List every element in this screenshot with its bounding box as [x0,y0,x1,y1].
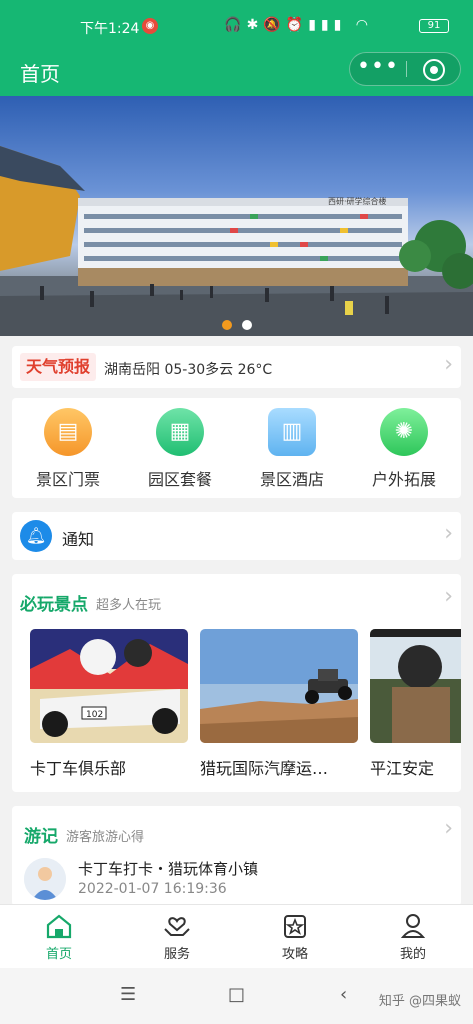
carousel-dot-1[interactable] [221,320,232,330]
spot-card[interactable]: 102 卡丁车俱乐部 [30,629,188,779]
tab-label: 服务 [163,947,190,962]
carousel-indicator [0,315,473,334]
banner-carousel[interactable]: 西研·研学综合楼 [0,96,473,336]
post-time: 2022-01-07 16:19:36 [78,881,227,897]
page-title: 首页 [20,62,60,86]
profile-icon [400,914,426,938]
quick-entry-package[interactable]: ▦ 园区套餐 [124,408,236,490]
section-title: 游记 [24,827,58,847]
spot-name: 猎玩国际汽摩运… [200,759,329,778]
section-subtitle: 游客旅游心得 [66,830,145,845]
status-icons: 🎧✱🔕⏰▮▮▮ ◠ [224,17,373,33]
post-title[interactable]: 卡丁车打卡・猎玩体育小镇 [78,858,258,879]
bottom-tab-bar: 首页 服务 攻略 我的 [0,904,473,968]
spot-name: 平江安定 [370,759,435,778]
travel-notes-section: 游记 游客旅游心得 › 卡丁车打卡・猎玩体育小镇 2022-01-07 16:1… [12,806,461,906]
kart-number: 102 [86,710,103,720]
tab-guide[interactable]: 攻略 [236,911,354,962]
back-icon[interactable]: ‹ [340,984,347,1005]
chevron-right-icon: › [444,352,453,377]
avatar[interactable] [24,858,66,900]
spot-image-offroad [200,629,358,743]
weather-tag: 天气预报 [20,353,97,381]
chevron-right-icon: › [444,521,453,546]
tab-service[interactable]: 服务 [118,911,236,962]
quick-entry-ticket[interactable]: ▤ 景区门票 [12,408,124,490]
chevron-right-icon[interactable]: › [444,816,453,841]
close-miniprogram-button[interactable] [423,59,445,81]
capsule-divider [406,61,407,77]
weather-info: 湖南岳阳 05-30多云 26°C [104,362,273,378]
quick-entry-label: 景区酒店 [259,470,324,489]
weather-bar[interactable]: 天气预报 湖南岳阳 05-30多云 26°C › [12,346,461,388]
chevron-right-icon[interactable]: › [444,584,453,609]
more-menu-button[interactable]: ••• [350,53,406,85]
bell-icon: 🔔︎ [20,520,52,552]
package-icon: ▦ [156,408,204,456]
carousel-dot-2[interactable] [241,320,252,330]
hotel-icon: ▥ [268,408,316,456]
section-subtitle: 超多人在玩 [96,598,162,613]
quick-entry-label: 景区门票 [35,470,100,489]
building-sign: 西研·研学综合楼 [328,196,387,206]
notice-bar[interactable]: 🔔︎ 通知 › [12,512,461,560]
section-title: 必玩景点 [20,595,88,615]
tab-label: 首页 [45,947,72,962]
watermark: 知乎 @四果蚁 [378,994,461,1009]
home-icon [46,914,72,939]
home-square-icon[interactable]: □ [228,984,245,1005]
quick-entry-label: 户外拓展 [371,470,436,489]
spot-image-pingjiang [370,629,461,743]
tab-label: 攻略 [281,947,308,962]
quick-entry-outdoor[interactable]: ✺ 户外拓展 [348,408,460,490]
quick-entry-hotel[interactable]: ▥ 景区酒店 [236,408,348,490]
recording-icon: ◉ [142,18,158,34]
quick-entry-label: 园区套餐 [147,470,212,489]
status-time: 下午1:24 [80,21,140,37]
spot-card[interactable]: 猎玩国际汽摩运… [200,629,358,779]
menu-icon[interactable]: ☰ [120,984,136,1005]
outdoor-icon: ✺ [380,408,428,456]
status-bar: 下午1:24 ◉ 🎧✱🔕⏰▮▮▮ ◠ 91 [0,0,473,46]
tab-home[interactable]: 首页 [0,911,118,962]
spot-image-karting: 102 [30,629,188,743]
top-nav-bar: 首页 ••• [0,46,473,96]
ticket-icon: ▤ [44,408,92,456]
quick-entry-grid: ▤ 景区门票 ▦ 园区套餐 ▥ 景区酒店 ✺ 户外拓展 [12,398,461,498]
notice-label: 通知 [62,530,95,549]
battery-icon: 91 [419,19,449,33]
tab-mine[interactable]: 我的 [354,911,472,962]
service-hands-icon [164,917,190,936]
spot-card[interactable]: 平江安定 [370,629,461,779]
guide-star-icon [284,915,306,938]
system-nav-bar: ☰ □ ‹ 知乎 @四果蚁 [0,968,473,1024]
banner-image: 西研·研学综合楼 [0,146,473,336]
miniprogram-capsule: ••• [349,52,461,86]
must-play-section: 必玩景点 超多人在玩 › 102 卡丁车俱乐部 猎玩国际汽摩运… 平江安定 [12,574,461,792]
tab-label: 我的 [399,947,426,962]
spot-name: 卡丁车俱乐部 [30,759,127,778]
